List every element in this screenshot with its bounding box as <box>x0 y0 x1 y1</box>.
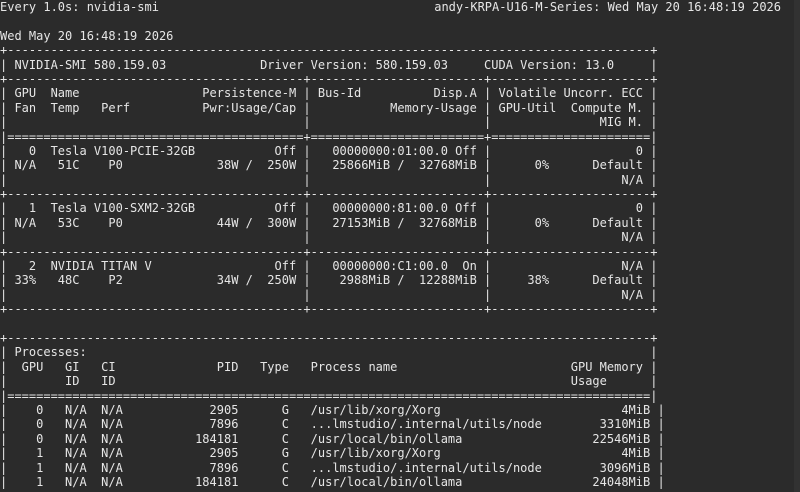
terminal-line: | GPU GI CI PID Type Process name GPU Me… <box>0 359 658 374</box>
terminal-line: | | | N/A | <box>0 230 658 245</box>
terminal-line: | 1 N/A N/A 184181 C /usr/local/bin/olla… <box>0 474 665 489</box>
terminal-line: | | | N/A | <box>0 287 658 302</box>
terminal-line: | 2 NVIDIA TITAN V Off | 00000000:C1:00.… <box>0 259 658 274</box>
terminal-line: +---------------------------------------… <box>0 331 658 345</box>
terminal-line: | N/A 51C P0 38W / 250W | 25866MiB / 327… <box>0 158 658 173</box>
terminal-line: | ID ID Usage | <box>0 374 658 389</box>
terminal-line: | 0 N/A N/A 7896 C ...lmstudio/.internal… <box>0 417 665 432</box>
watch-host-time: andy-KRPA-U16-M-Series: Wed May 20 16:48… <box>434 0 781 14</box>
terminal-line: | N/A 53C P0 44W / 300W | 27153MiB / 327… <box>0 215 658 230</box>
watch-command: Every 1.0s: nvidia-smi <box>0 0 159 14</box>
terminal-scrollbar[interactable] <box>794 0 800 492</box>
terminal-line: +---------------------------------------… <box>0 302 658 317</box>
terminal-line: | | | MIG M. | <box>0 115 658 130</box>
terminal-line: | NVIDIA-SMI 580.159.03 Driver Version: … <box>0 57 658 72</box>
terminal-line: +---------------------------------------… <box>0 187 658 202</box>
terminal-line: | GPU Name Persistence-M | Bus-Id Disp.A… <box>0 86 658 101</box>
terminal-line: Wed May 20 16:48:19 2026 <box>0 28 174 43</box>
terminal-line: | | | N/A | <box>0 172 658 187</box>
terminal-line: | 0 N/A N/A 184181 C /usr/local/bin/olla… <box>0 431 665 446</box>
terminal-line: | Fan Temp Perf Pwr:Usage/Cap | Memory-U… <box>0 100 658 115</box>
terminal-line: | 0 N/A N/A 2905 G /usr/lib/xorg/Xorg 4M… <box>0 402 665 417</box>
terminal-line: | 1 Tesla V100-SXM2-32GB Off | 00000000:… <box>0 201 658 216</box>
terminal-line: | 33% 48C P2 34W / 250W | 2988MiB / 1228… <box>0 273 658 288</box>
terminal-line: +---------------------------------------… <box>0 244 658 259</box>
terminal-line: | 1 N/A N/A 7896 C ...lmstudio/.internal… <box>0 460 665 475</box>
terminal-line: |=======================================… <box>0 388 658 403</box>
terminal-line: | 1 N/A N/A 2905 G /usr/lib/xorg/Xorg 4M… <box>0 446 665 461</box>
terminal-line: |=======================================… <box>0 129 658 144</box>
terminal-window[interactable]: Every 1.0s: nvidia-smi andy-KRPA-U16-M-S… <box>0 0 800 492</box>
terminal-line: | Processes: | <box>0 345 658 360</box>
terminal-line: | 0 Tesla V100-PCIE-32GB Off | 00000000:… <box>0 143 658 158</box>
terminal-line: +---------------------------------------… <box>0 43 658 58</box>
terminal-line: +---------------------------------------… <box>0 71 658 86</box>
terminal-output: Wed May 20 16:48:19 2026 +---------------… <box>0 29 665 490</box>
